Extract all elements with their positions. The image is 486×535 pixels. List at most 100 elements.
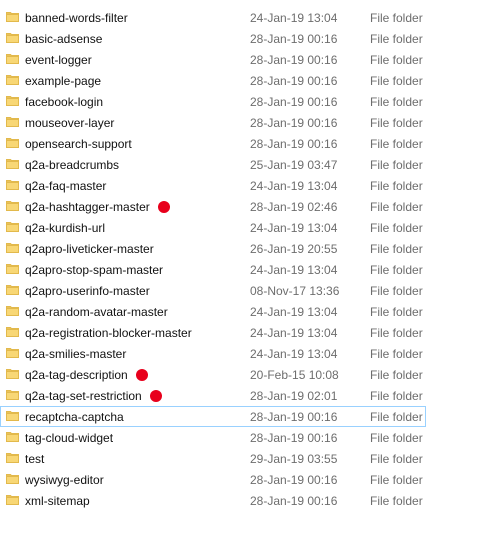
file-name-text: q2a-tag-description <box>25 368 128 382</box>
file-type: File folder <box>370 347 423 361</box>
folder-icon <box>6 263 19 274</box>
file-name: banned-words-filter <box>25 11 128 25</box>
file-name: q2a-kurdish-url <box>25 221 106 235</box>
file-name: wysiwyg-editor <box>25 473 104 487</box>
file-name-text: q2a-tag-set-restriction <box>25 389 142 403</box>
file-type: File folder <box>370 32 423 46</box>
file-date-modified: 24-Jan-19 13:04 <box>250 179 338 193</box>
file-date-modified: 24-Jan-19 13:04 <box>250 11 338 25</box>
file-name: q2a-registration-blocker-master <box>25 326 192 340</box>
file-row[interactable]: q2a-random-avatar-master 24-Jan-19 13:04 F… <box>0 301 486 322</box>
file-type: File folder <box>370 431 423 445</box>
file-type: File folder <box>370 179 423 193</box>
folder-icon <box>6 326 19 337</box>
file-row[interactable]: banned-words-filter 24-Jan-19 13:04 File f… <box>0 7 486 28</box>
file-row[interactable]: facebook-login 28-Jan-19 00:16 File folder <box>0 91 486 112</box>
file-name: q2a-tag-description <box>25 368 148 382</box>
file-name: q2apro-stop-spam-master <box>25 263 164 277</box>
file-row[interactable]: q2a-breadcrumbs 25-Jan-19 03:47 File folde… <box>0 154 486 175</box>
file-date-modified: 20-Feb-15 10:08 <box>250 368 339 382</box>
file-date-modified: 28-Jan-19 00:16 <box>250 494 338 508</box>
file-name: basic-adsense <box>25 32 103 46</box>
file-date-modified: 08-Nov-17 13:36 <box>250 284 340 298</box>
file-row[interactable]: q2apro-liveticker-master 26-Jan-19 20:55 F… <box>0 238 486 259</box>
file-row[interactable]: tag-cloud-widget 28-Jan-19 00:16 File fold… <box>0 427 486 448</box>
folder-icon <box>6 389 19 400</box>
file-date-modified: 24-Jan-19 13:04 <box>250 347 338 361</box>
file-date-modified: 28-Jan-19 00:16 <box>250 32 338 46</box>
file-type: File folder <box>370 263 423 277</box>
file-type: File folder <box>370 242 423 256</box>
file-name: mouseover-layer <box>25 116 115 130</box>
file-row[interactable]: q2a-hashtagger-master 28-Jan-19 02:46 File… <box>0 196 486 217</box>
file-date-modified: 25-Jan-19 03:47 <box>250 158 338 172</box>
file-type: File folder <box>370 305 423 319</box>
file-name: xml-sitemap <box>25 494 90 508</box>
file-type: File folder <box>370 494 423 508</box>
file-row[interactable]: q2a-tag-description 20-Feb-15 10:08 File f… <box>0 364 486 385</box>
file-row[interactable]: xml-sitemap 28-Jan-19 00:16 File folder <box>0 490 486 511</box>
file-date-modified: 28-Jan-19 00:16 <box>250 95 338 109</box>
file-name: q2a-smilies-master <box>25 347 127 361</box>
red-marker-icon <box>135 369 148 381</box>
file-row[interactable]: recaptcha-captcha 28-Jan-19 00:16 File fol… <box>0 406 426 427</box>
folder-icon <box>6 410 19 421</box>
file-type: File folder <box>370 200 423 214</box>
file-type: File folder <box>370 11 423 25</box>
file-row[interactable]: q2a-faq-master 24-Jan-19 13:04 File folder <box>0 175 486 196</box>
file-name: test <box>25 452 45 466</box>
file-row[interactable]: example-page 28-Jan-19 00:16 File folder <box>0 70 486 91</box>
file-type: File folder <box>370 221 423 235</box>
folder-icon <box>6 431 19 442</box>
file-date-modified: 24-Jan-19 13:04 <box>250 326 338 340</box>
file-name: recaptcha-captcha <box>25 410 124 424</box>
file-date-modified: 29-Jan-19 03:55 <box>250 452 338 466</box>
file-row[interactable]: q2a-smilies-master 24-Jan-19 13:04 File fo… <box>0 343 486 364</box>
folder-icon <box>6 473 19 484</box>
file-row[interactable]: q2apro-userinfo-master 08-Nov-17 13:36 Fil… <box>0 280 486 301</box>
file-date-modified: 26-Jan-19 20:55 <box>250 242 338 256</box>
file-row[interactable]: event-logger 28-Jan-19 00:16 File folder <box>0 49 486 70</box>
file-type: File folder <box>370 473 423 487</box>
folder-icon <box>6 53 19 64</box>
file-name-text: q2a-hashtagger-master <box>25 200 150 214</box>
file-type: File folder <box>370 284 423 298</box>
folder-icon <box>6 116 19 127</box>
file-date-modified: 28-Jan-19 00:16 <box>250 431 338 445</box>
file-row[interactable]: q2a-registration-blocker-master 24-Jan-19… <box>0 322 486 343</box>
file-row[interactable]: opensearch-support 28-Jan-19 00:16 File fo… <box>0 133 486 154</box>
file-date-modified: 24-Jan-19 13:04 <box>250 263 338 277</box>
file-name: event-logger <box>25 53 92 67</box>
file-date-modified: 28-Jan-19 00:16 <box>250 53 338 67</box>
file-type: File folder <box>370 95 423 109</box>
file-type: File folder <box>370 326 423 340</box>
folder-icon <box>6 11 19 22</box>
file-date-modified: 24-Jan-19 13:04 <box>250 221 338 235</box>
file-row[interactable]: basic-adsense 28-Jan-19 00:16 File folder <box>0 28 486 49</box>
file-type: File folder <box>370 137 423 151</box>
file-row[interactable]: q2a-kurdish-url 24-Jan-19 13:04 File folde… <box>0 217 486 238</box>
file-name: q2apro-liveticker-master <box>25 242 154 256</box>
file-date-modified: 28-Jan-19 00:16 <box>250 137 338 151</box>
file-name: q2a-breadcrumbs <box>25 158 120 172</box>
file-date-modified: 28-Jan-19 02:46 <box>250 200 338 214</box>
red-marker-icon <box>157 201 170 213</box>
file-date-modified: 28-Jan-19 00:16 <box>250 116 338 130</box>
file-type: File folder <box>370 410 423 424</box>
file-type: File folder <box>370 368 423 382</box>
file-row[interactable]: mouseover-layer 28-Jan-19 00:16 File folde… <box>0 112 486 133</box>
file-date-modified: 28-Jan-19 00:16 <box>250 410 338 424</box>
file-row[interactable]: q2a-tag-set-restriction 28-Jan-19 02:01 Fi… <box>0 385 486 406</box>
file-row[interactable]: wysiwyg-editor 28-Jan-19 00:16 File folder <box>0 469 486 490</box>
file-date-modified: 24-Jan-19 13:04 <box>250 305 338 319</box>
file-row[interactable]: q2apro-stop-spam-master 24-Jan-19 13:04 Fi… <box>0 259 486 280</box>
folder-icon <box>6 95 19 106</box>
red-marker-icon <box>149 390 162 402</box>
file-row[interactable]: test 29-Jan-19 03:55 File folder <box>0 448 486 469</box>
folder-icon <box>6 452 19 463</box>
file-date-modified: 28-Jan-19 02:01 <box>250 389 338 403</box>
file-date-modified: 28-Jan-19 00:16 <box>250 74 338 88</box>
folder-icon <box>6 221 19 232</box>
folder-icon <box>6 242 19 253</box>
folder-icon <box>6 200 19 211</box>
